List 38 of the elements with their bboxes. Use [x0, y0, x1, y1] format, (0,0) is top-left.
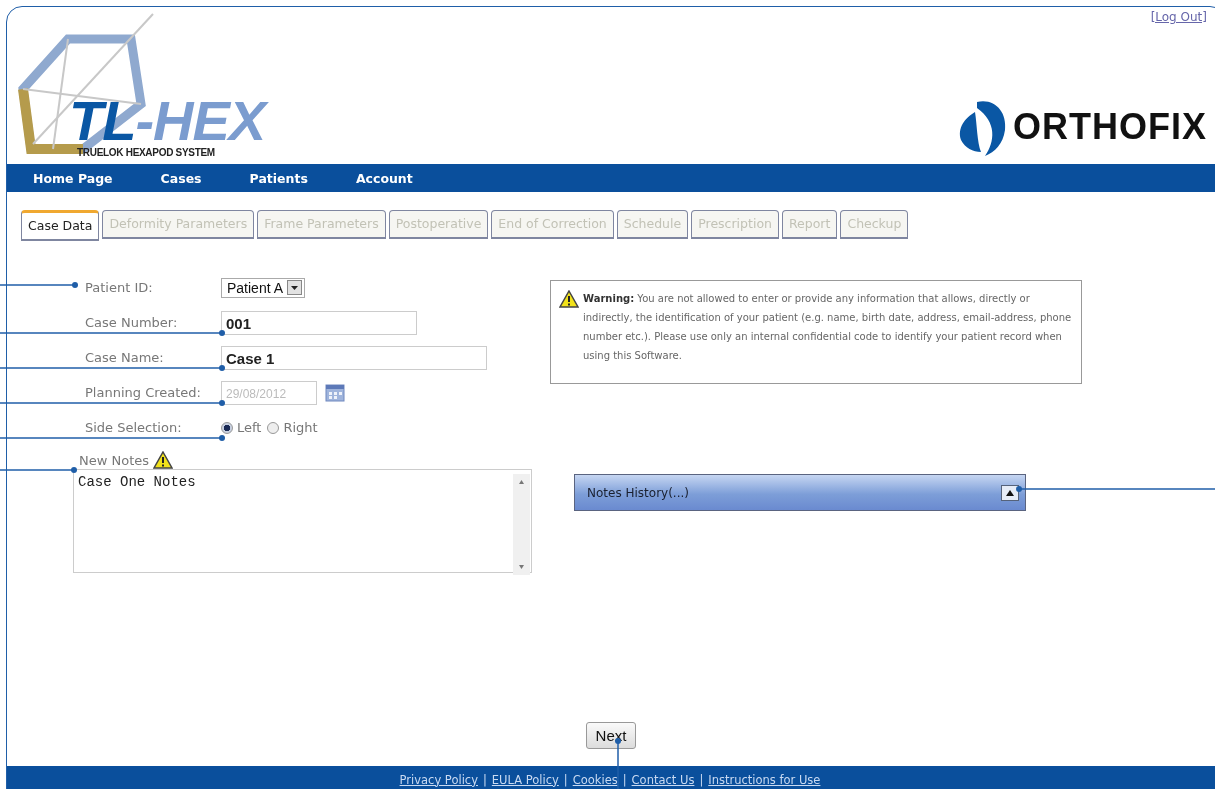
- footer-link[interactable]: Contact Us: [631, 772, 695, 787]
- nav-item[interactable]: Cases: [160, 170, 202, 186]
- nav-item[interactable]: Patients: [249, 170, 308, 186]
- field-label: Side Selection:: [85, 420, 183, 435]
- footer-separator: |: [482, 772, 487, 787]
- footer-separator: |: [622, 772, 627, 787]
- warning-text: Warning: You are not allowed to enter or provide any information that allows, directly or indirectly, the identification of your patient (e.g. name, birth date, address, email-address, phone number etc.). Please use only an internal confidential code to identify your patient record when using this Software.: [583, 292, 1073, 363]
- notes-field[interactable]: Case One Notes: [73, 469, 532, 573]
- radio-label: Left: [237, 420, 262, 435]
- footer-link[interactable]: Instructions for Use: [708, 772, 821, 787]
- case-name-field[interactable]: Case 1: [221, 345, 487, 370]
- nav-item[interactable]: Account: [355, 170, 413, 186]
- notes-history-bar[interactable]: Notes History(...): [574, 474, 1026, 511]
- field-label: Case Number:: [85, 315, 179, 330]
- footer-link[interactable]: Cookies: [572, 772, 618, 787]
- notes-history-title: Notes History(...): [587, 485, 689, 500]
- footer-link[interactable]: Privacy Policy: [399, 772, 478, 787]
- warning-icon: [153, 451, 174, 469]
- case-number-field[interactable]: 001: [221, 310, 417, 335]
- footer-separator: |: [563, 772, 568, 787]
- brand-name: ORTHOFIX: [1013, 106, 1207, 148]
- footer-link[interactable]: EULA Policy: [491, 772, 559, 787]
- next-button[interactable]: Next: [585, 722, 637, 749]
- nav-item[interactable]: Home Page: [33, 170, 113, 186]
- field-label: Patient ID:: [85, 280, 154, 295]
- notes-label: New Notes: [79, 452, 150, 468]
- radio-button[interactable]: [267, 421, 280, 434]
- field-label: Planning Created:: [85, 385, 202, 400]
- footer-separator: |: [699, 772, 704, 787]
- radio-label: Right: [283, 420, 318, 435]
- radio-button[interactable]: [221, 421, 233, 434]
- warning-icon: [559, 290, 579, 308]
- logo-subtitle: TRUELOK HEXAPOD SYSTEM: [77, 147, 215, 158]
- tab[interactable]: Case Data: [21, 210, 100, 241]
- logout-link[interactable]: [Log Out]: [1150, 10, 1207, 24]
- calendar-icon[interactable]: [325, 382, 345, 403]
- field-label: Case Name:: [85, 350, 165, 365]
- patient-dropdown[interactable]: Patient A: [221, 277, 306, 298]
